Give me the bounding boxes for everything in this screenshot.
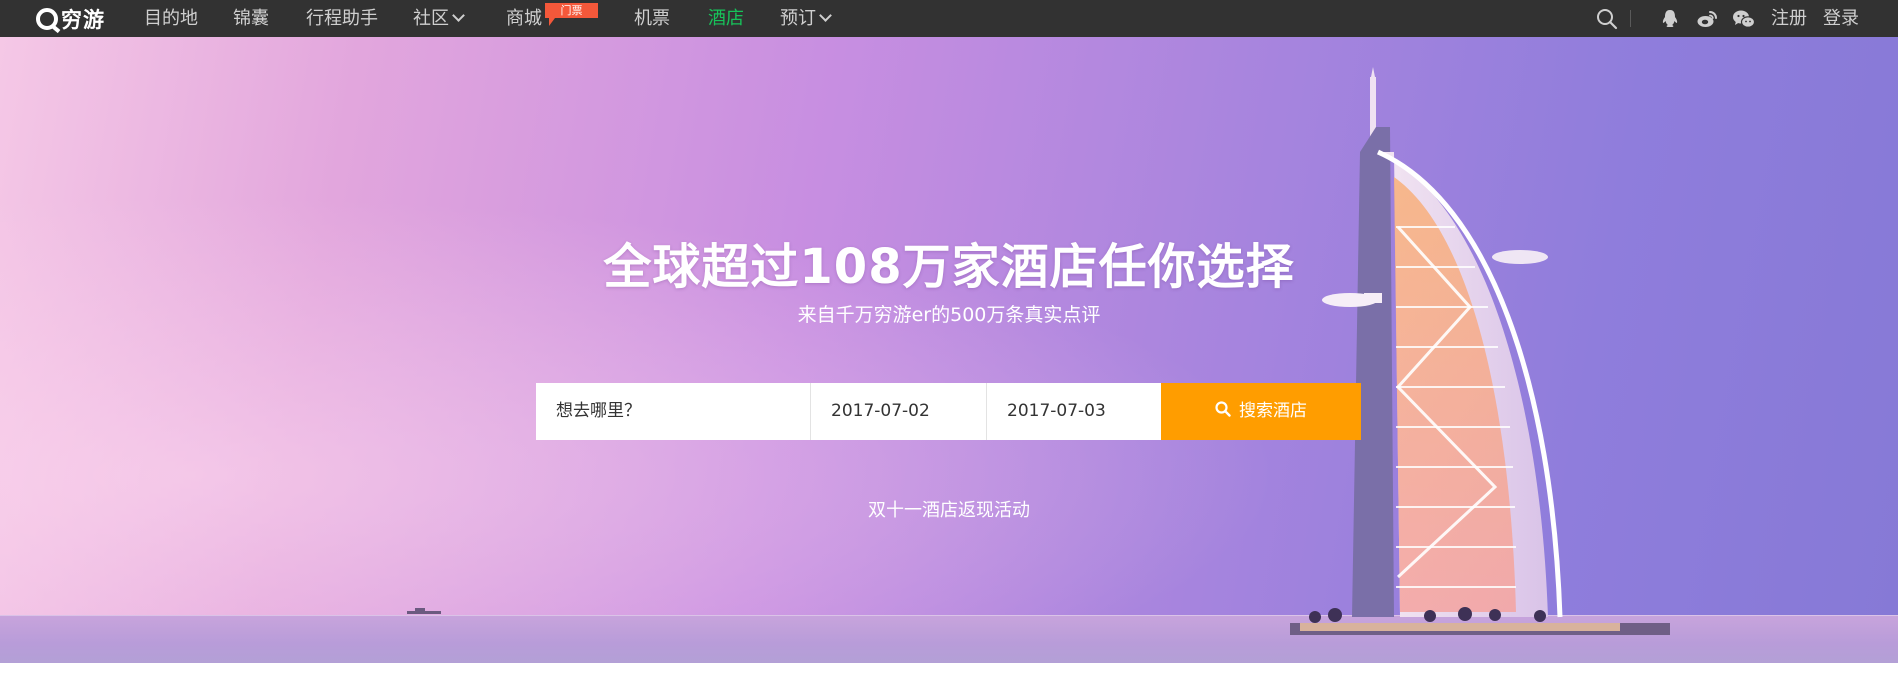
nav-item-destinations[interactable]: 目的地 <box>144 0 198 37</box>
nav-item-mall[interactable]: 商城 <box>506 0 542 37</box>
hero-banner: 全球超过108万家酒店任你选择 来自千万穷游er的500万条真实点评 想去哪里？… <box>0 37 1898 663</box>
nav-item-community-label: 社区 <box>413 8 449 29</box>
login-link[interactable]: 登录 <box>1823 0 1859 37</box>
search-button-label: 搜索酒店 <box>1239 401 1307 421</box>
promo-link[interactable]: 双十一酒店返现活动 <box>0 496 1898 522</box>
nav-item-booking-label: 预订 <box>780 8 816 29</box>
nav-item-trip-planner[interactable]: 行程助手 <box>306 0 378 37</box>
weibo-icon[interactable] <box>1696 8 1718 30</box>
destination-input[interactable]: 想去哪里？ <box>536 383 810 440</box>
chevron-down-icon <box>452 9 465 22</box>
page-bottom-strip <box>0 663 1898 674</box>
checkout-date-field[interactable]: 2017-07-03 <box>987 383 1161 440</box>
qq-icon[interactable] <box>1659 8 1681 30</box>
logo-text: 穷游 <box>61 7 105 32</box>
checkin-date-field[interactable]: 2017-07-02 <box>811 383 986 440</box>
hero-subtitle: 来自千万穷游er的500万条真实点评 <box>797 304 1101 326</box>
top-navigation-bar: 穷游 目的地 锦囊 行程助手 社区 商城 门票 机票 酒店 预订 注册 登录 <box>0 0 1898 37</box>
hotel-tower-illustration <box>1290 67 1670 635</box>
nav-item-guides[interactable]: 锦囊 <box>233 0 269 37</box>
wechat-icon[interactable] <box>1732 8 1756 30</box>
nav-divider <box>1630 10 1631 27</box>
boat-illustration <box>407 608 441 614</box>
search-icon[interactable] <box>1596 8 1618 30</box>
nav-item-hotels[interactable]: 酒店 <box>708 0 744 37</box>
nav-item-community[interactable]: 社区 <box>413 0 465 37</box>
site-logo[interactable]: 穷游 <box>36 5 105 32</box>
nav-item-booking[interactable]: 预订 <box>780 0 832 37</box>
tickets-badge: 门票 <box>545 3 598 26</box>
logo-q-icon <box>36 7 58 30</box>
chevron-down-icon <box>819 9 832 22</box>
nav-item-flights[interactable]: 机票 <box>634 0 670 37</box>
search-icon <box>1215 401 1231 417</box>
search-hotels-button[interactable]: 搜索酒店 <box>1161 383 1361 440</box>
hero-title: 全球超过108万家酒店任你选择 <box>603 239 1295 295</box>
register-link[interactable]: 注册 <box>1771 0 1807 37</box>
